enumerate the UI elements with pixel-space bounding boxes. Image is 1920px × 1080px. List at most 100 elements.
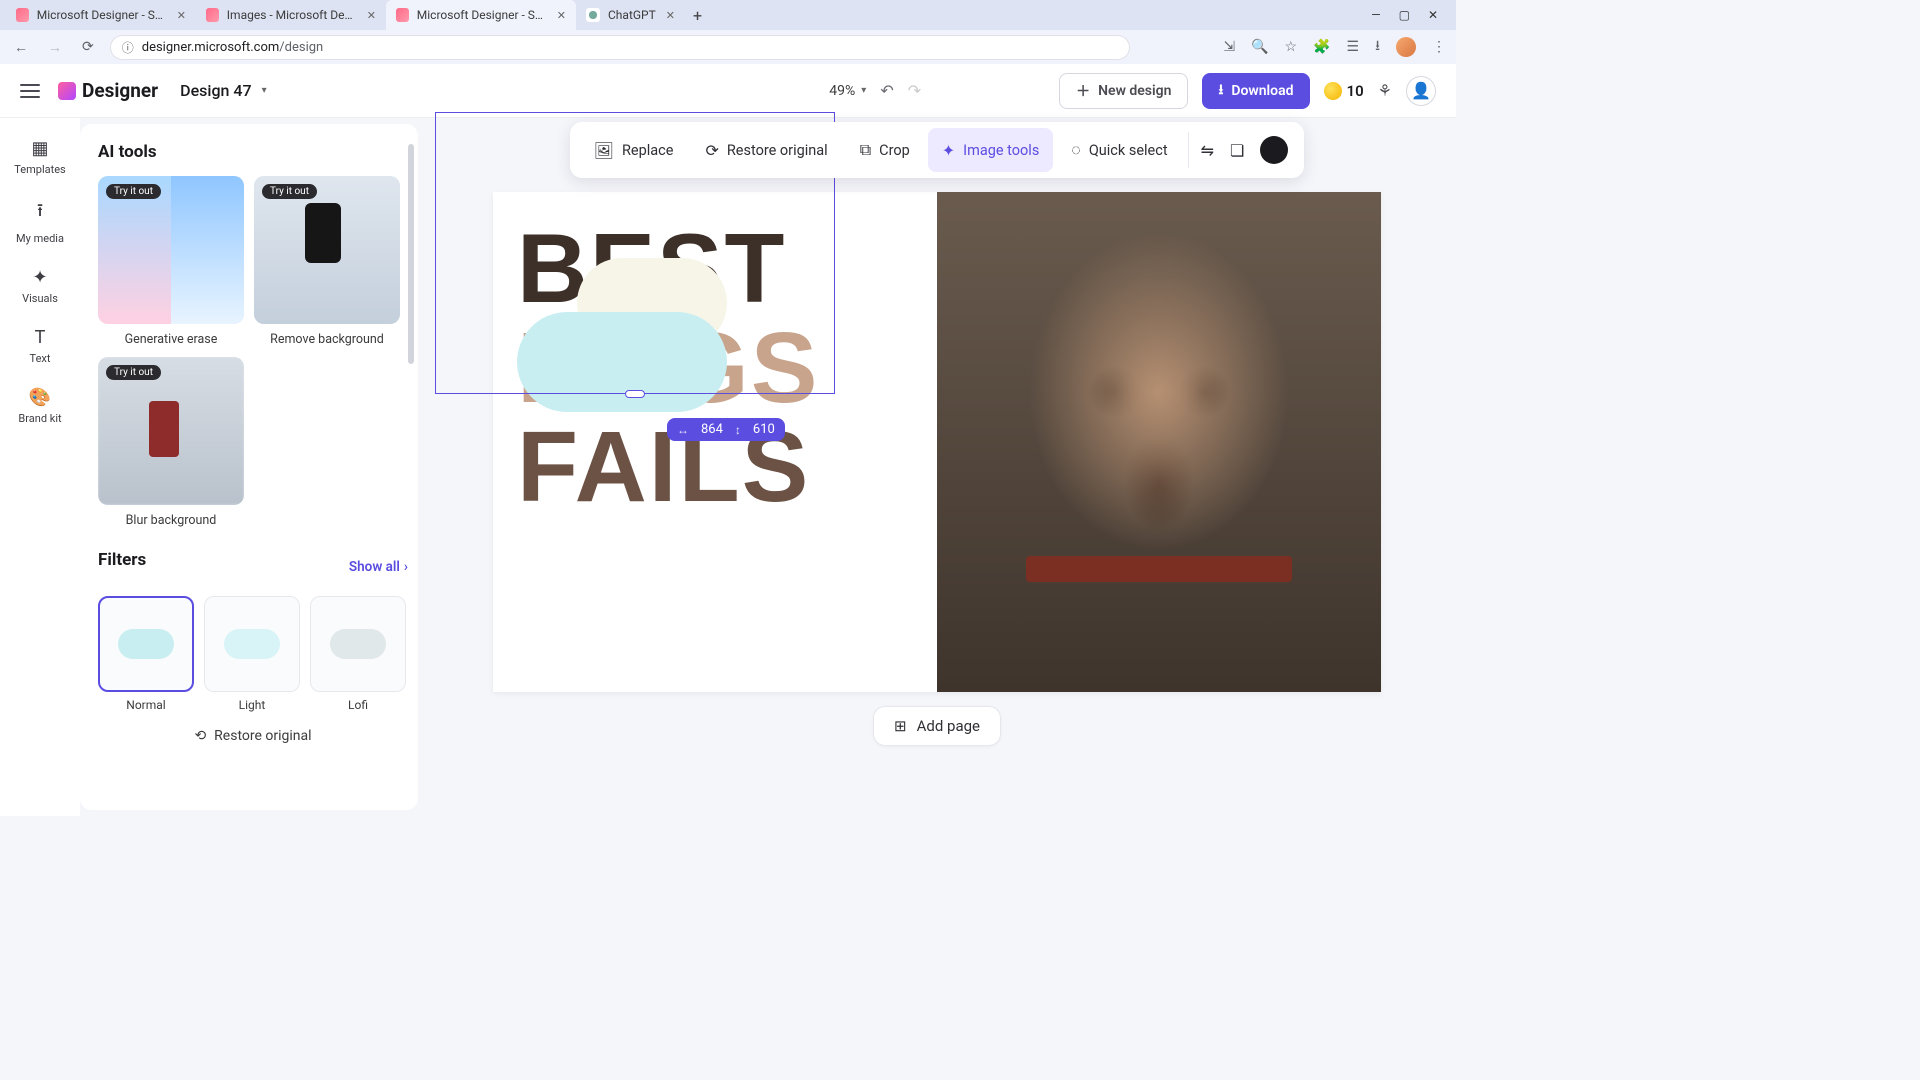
filter-label: Lofi [348, 698, 368, 712]
menu-icon[interactable]: ⋮ [1432, 39, 1446, 55]
site-info-icon[interactable]: ⓘ [122, 39, 134, 56]
artboard[interactable]: BEST DOGS FAILS ↔ 864 ↕ 610 [493, 192, 1381, 692]
show-all-link[interactable]: Show all › [349, 559, 408, 575]
filters-heading: Filters [98, 550, 146, 570]
tool-blur-background[interactable]: Try it out Blur background [98, 357, 244, 528]
ctx-flip[interactable]: ⇋ [1195, 128, 1220, 172]
templates-icon: ▦ [31, 138, 48, 159]
crop-icon: ⧉ [860, 140, 871, 160]
chevron-right-icon: › [404, 559, 408, 575]
download-icon: ⭳ [1218, 79, 1223, 103]
scrollbar[interactable] [408, 144, 414, 364]
brand[interactable]: Designer [58, 79, 158, 102]
restore-original-button[interactable]: ⟲ Restore original [98, 728, 408, 744]
restore-icon: ⟳ [705, 141, 718, 160]
url-input[interactable]: ⓘ designer.microsoft.com/design [110, 35, 1130, 60]
restore-label: Restore original [214, 728, 311, 744]
new-design-label: New design [1098, 83, 1171, 99]
tool-label: Remove background [270, 332, 384, 347]
ctx-crop[interactable]: ⧉ Crop [846, 128, 924, 172]
menu-icon[interactable] [20, 84, 40, 98]
ctx-image-tools[interactable]: ✦ Image tools [928, 128, 1054, 172]
ctx-color[interactable] [1254, 128, 1294, 172]
account-icon[interactable]: 👤 [1406, 76, 1436, 106]
install-icon[interactable]: ⇲ [1223, 39, 1235, 55]
browser-tab[interactable]: Images - Microsoft Designer ✕ [196, 0, 386, 30]
download-label: Download [1231, 83, 1293, 99]
ctx-label: Restore original [727, 142, 828, 159]
add-page-button[interactable]: ⊞ Add page [873, 706, 1001, 746]
ctx-replace[interactable]: 🖼 Replace [580, 128, 688, 172]
zoom-icon[interactable]: 🔍 [1251, 39, 1268, 55]
rail-brand-kit[interactable]: 🎨 Brand kit [8, 379, 72, 433]
artboard-image[interactable] [937, 192, 1381, 692]
zoom-dropdown[interactable]: 49% ▾ [829, 83, 866, 99]
forward-icon[interactable]: → [44, 37, 66, 58]
ctx-quick-select[interactable]: ◌ Quick select [1057, 128, 1181, 172]
upload-icon: ⭱ [37, 198, 43, 228]
minimize-icon[interactable]: — [1371, 8, 1380, 22]
rail-label: Visuals [22, 292, 58, 305]
redo-icon[interactable]: ↷ [908, 81, 921, 100]
rail-templates[interactable]: ▦ Templates [8, 130, 72, 184]
extensions-icon[interactable]: 🧩 [1313, 39, 1330, 55]
profile-avatar-icon[interactable] [1396, 37, 1416, 57]
rail-label: Brand kit [18, 412, 61, 425]
credits-counter[interactable]: 10 [1324, 82, 1364, 100]
tool-label: Blur background [126, 513, 217, 528]
new-design-button[interactable]: ＋ New design [1059, 73, 1188, 109]
share-icon[interactable]: ⚘ [1378, 81, 1392, 100]
browser-tab[interactable]: Microsoft Designer - Stunning ✕ [6, 0, 196, 30]
try-badge: Try it out [262, 184, 317, 199]
ctx-restore-original[interactable]: ⟳ Restore original [691, 128, 841, 172]
close-icon[interactable]: ✕ [367, 9, 376, 22]
brand-logo-icon [58, 82, 76, 100]
context-toolbar: 🖼 Replace ⟳ Restore original ⧉ Crop ✦ Im… [570, 122, 1305, 178]
reload-icon[interactable]: ⟳ [78, 37, 98, 57]
window-controls: — ▢ ✕ [1371, 8, 1450, 22]
dog-collar [1026, 556, 1292, 582]
app-header: Designer Design 47 ▾ 49% ▾ ↶ ↷ ＋ New des… [0, 64, 1456, 118]
tool-remove-background[interactable]: Try it out Remove background [254, 176, 400, 347]
try-badge: Try it out [106, 365, 161, 380]
close-icon[interactable]: ✕ [177, 9, 186, 22]
download-icon[interactable]: ⭳ [1375, 35, 1380, 59]
reading-list-icon[interactable]: ☰ [1347, 39, 1360, 55]
tool-generative-erase[interactable]: Try it out Generative erase [98, 176, 244, 347]
side-panel: AI tools Try it out Generative erase Try… [80, 124, 418, 810]
browser-tab-active[interactable]: Microsoft Designer - Stunning ✕ [386, 0, 576, 30]
rail-my-media[interactable]: ⭱ My media [8, 190, 72, 253]
close-window-icon[interactable]: ✕ [1428, 8, 1438, 22]
width-icon: ↔ [677, 423, 689, 437]
visuals-icon: ✦ [32, 267, 47, 288]
cloud-graphic[interactable] [517, 312, 727, 412]
close-icon[interactable]: ✕ [666, 9, 675, 22]
palette-icon: 🎨 [29, 387, 51, 408]
tab-label: Microsoft Designer - Stunning [37, 8, 167, 22]
sparkle-icon: ✦ [942, 141, 955, 160]
dim-width: 864 [701, 422, 723, 437]
rail-text[interactable]: T Text [8, 319, 72, 373]
download-button[interactable]: ⭳ Download [1202, 73, 1309, 109]
plus-box-icon: ⊞ [894, 717, 907, 735]
back-icon[interactable]: ← [10, 37, 32, 58]
filter-light[interactable]: Light [204, 596, 300, 712]
color-swatch-icon [1260, 136, 1288, 164]
rail-visuals[interactable]: ✦ Visuals [8, 259, 72, 313]
close-icon[interactable]: ✕ [557, 9, 566, 22]
bookmark-icon[interactable]: ☆ [1285, 39, 1298, 55]
undo-icon[interactable]: ↶ [880, 81, 893, 100]
ctx-label: Quick select [1089, 142, 1168, 159]
ctx-layers[interactable]: ❏ [1224, 128, 1250, 172]
maximize-icon[interactable]: ▢ [1399, 8, 1410, 22]
credits-value: 10 [1347, 82, 1364, 100]
design-name-dropdown[interactable]: Design 47 ▾ [180, 81, 267, 100]
layers-icon: ❏ [1230, 141, 1244, 160]
chevron-down-icon: ▾ [861, 85, 866, 96]
browser-tab[interactable]: ChatGPT ✕ [576, 0, 685, 30]
ctx-label: Replace [622, 142, 673, 159]
new-tab-button[interactable]: + [685, 6, 710, 25]
filter-lofi[interactable]: Lofi [310, 596, 406, 712]
chevron-down-icon: ▾ [262, 85, 267, 96]
filter-normal[interactable]: Normal [98, 596, 194, 712]
